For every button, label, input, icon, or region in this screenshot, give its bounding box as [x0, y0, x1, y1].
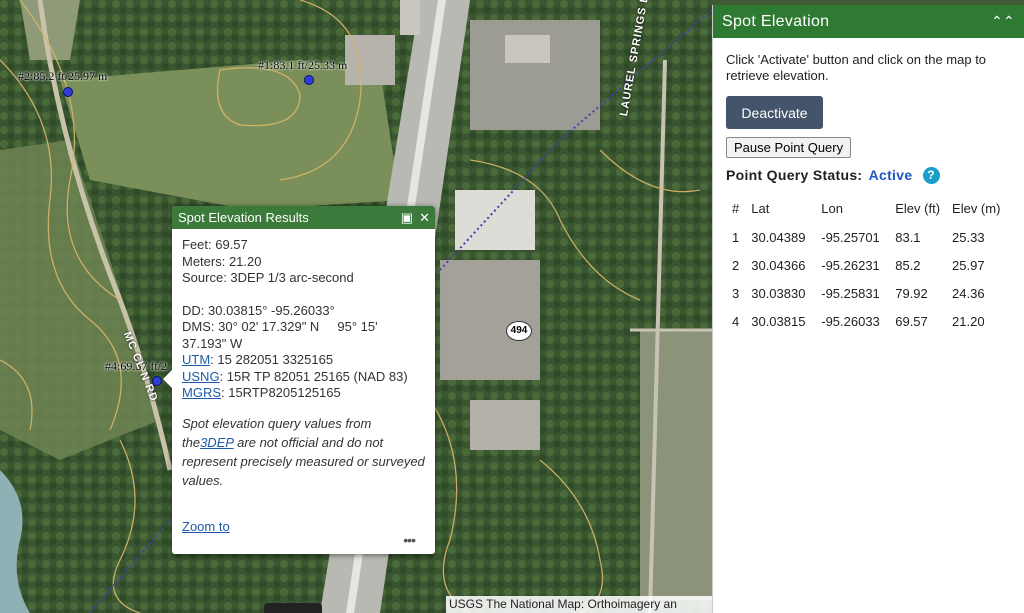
- col-header-elev-ft: Elev (ft): [895, 201, 941, 216]
- panel-body: Click 'Activate' button and click on the…: [713, 38, 1024, 335]
- cell-number: 2: [732, 257, 740, 273]
- table-row: 1 30.04389 -95.25701 83.1 25.33: [726, 223, 1006, 251]
- zoom-to-link[interactable]: Zoom to: [182, 519, 230, 534]
- status-label: Point Query Status:: [726, 167, 863, 183]
- map-view[interactable]: #1:83.1 ft/25.33 m #2:85.2 ft/25.97 m #4…: [0, 0, 712, 613]
- map-attribution: USGS The National Map: Orthoimagery an: [446, 596, 712, 613]
- elevation-marker-1[interactable]: [304, 75, 314, 85]
- cell-elev-ft: 79.92: [895, 285, 928, 301]
- cell-number: 3: [732, 285, 740, 301]
- panel-instructions: Click 'Activate' button and click on the…: [726, 52, 987, 83]
- route-shield-494: 494: [506, 321, 532, 341]
- usng-value: : 15R TP 82051 25165 (NAD 83): [219, 368, 408, 384]
- cell-elev-ft: 85.2: [895, 257, 921, 273]
- col-header-number: #: [732, 201, 740, 216]
- marker-label-2: #2:85.2 ft/25.97 m: [18, 69, 108, 83]
- status-value: Active: [868, 167, 913, 183]
- cell-elev-m: 24.36: [952, 285, 985, 301]
- cell-elev-m: 25.33: [952, 229, 985, 245]
- popup-disclaimer: Spot elevation query values from the3DEP…: [182, 414, 425, 490]
- popup-source: Source: 3DEP 1/3 arc-second: [182, 270, 354, 285]
- cell-number: 4: [732, 313, 740, 329]
- point-query-status: Point Query Status: Active ?: [726, 167, 1012, 184]
- 3dep-link[interactable]: 3DEP: [200, 435, 233, 450]
- map-toolbar-tab[interactable]: [264, 603, 322, 613]
- table-row: 3 30.03830 -95.25831 79.92 24.36: [726, 279, 1006, 307]
- popup-body: Feet: 69.57 Meters: 21.20 Source: 3DEP 1…: [172, 229, 435, 490]
- popup-pointer: [163, 370, 172, 388]
- cell-lon: -95.26033: [821, 313, 880, 329]
- mgrs-link[interactable]: MGRS: [182, 385, 221, 400]
- popup-dms-2: 37.193" W: [182, 335, 243, 351]
- popup-dms-1: DMS: 30° 02' 17.329" N 95° 15': [182, 319, 378, 334]
- popup-usng-row: USNG: 15R TP 82051 25165 (NAD 83): [182, 369, 425, 386]
- popup-header: Spot Elevation Results ▣ ✕: [172, 206, 435, 229]
- table-row: 2 30.04366 -95.26231 85.2 25.97: [726, 251, 1006, 279]
- spot-elevation-popup: Spot Elevation Results ▣ ✕ Feet: 69.57 M…: [163, 206, 435, 554]
- cell-lat: 30.04366: [751, 257, 806, 273]
- help-icon[interactable]: ?: [922, 167, 940, 184]
- popup-mgrs-row: MGRS: 15RTP8205125165: [182, 385, 425, 402]
- more-options-icon[interactable]: •••: [403, 532, 416, 548]
- utm-value: : 15 282051 3325165: [210, 352, 334, 367]
- panel-header: Spot Elevation ⌃⌃: [713, 5, 1024, 38]
- cell-lat: 30.03830: [751, 285, 806, 301]
- usng-link[interactable]: USNG: [182, 369, 220, 384]
- popup-title: Spot Elevation Results: [178, 210, 309, 225]
- cell-elev-m: 25.97: [952, 257, 985, 273]
- popup-feet: Feet: 69.57: [182, 237, 248, 252]
- cell-lon: -95.25701: [821, 229, 880, 245]
- cell-elev-ft: 69.57: [895, 313, 928, 329]
- close-icon[interactable]: ✕: [419, 206, 430, 229]
- popup-meters: Meters: 21.20: [182, 253, 262, 269]
- elevation-marker-2[interactable]: [63, 87, 73, 97]
- maximize-icon[interactable]: ▣: [401, 206, 413, 229]
- col-header-lon: Lon: [821, 201, 843, 216]
- cell-lon: -95.25831: [821, 285, 880, 301]
- collapse-chevron-icon[interactable]: ⌃⌃: [991, 5, 1015, 38]
- pause-point-query-button[interactable]: Pause Point Query: [726, 137, 852, 158]
- mgrs-value: : 15RTP8205125165: [221, 385, 341, 400]
- cell-elev-ft: 83.1: [895, 229, 921, 245]
- popup-dd: DD: 30.03815° -95.26033°: [182, 302, 335, 318]
- cell-elev-m: 21.20: [952, 313, 985, 329]
- cell-lat: 30.03815: [751, 313, 806, 329]
- popup-utm-row: UTM: 15 282051 3325165: [182, 352, 425, 369]
- utm-link[interactable]: UTM: [182, 352, 210, 367]
- deactivate-button[interactable]: Deactivate: [726, 96, 823, 129]
- cell-lon: -95.26231: [821, 257, 880, 273]
- table-row: 4 30.03815 -95.26033 69.57 21.20: [726, 307, 1006, 335]
- table-header-row: # Lat Lon Elev (ft) Elev (m): [726, 194, 1006, 223]
- col-header-elev-m: Elev (m): [952, 201, 1001, 216]
- panel-title: Spot Elevation: [722, 13, 830, 30]
- marker-label-1: #1:83.1 ft/25.33 m: [258, 58, 348, 72]
- cell-number: 1: [732, 229, 740, 245]
- cell-lat: 30.04389: [751, 229, 806, 245]
- elevation-results-table: # Lat Lon Elev (ft) Elev (m) 1 30.04389 …: [726, 194, 1006, 335]
- spot-elevation-panel: Spot Elevation ⌃⌃ Click 'Activate' butto…: [712, 5, 1024, 613]
- col-header-lat: Lat: [751, 201, 770, 216]
